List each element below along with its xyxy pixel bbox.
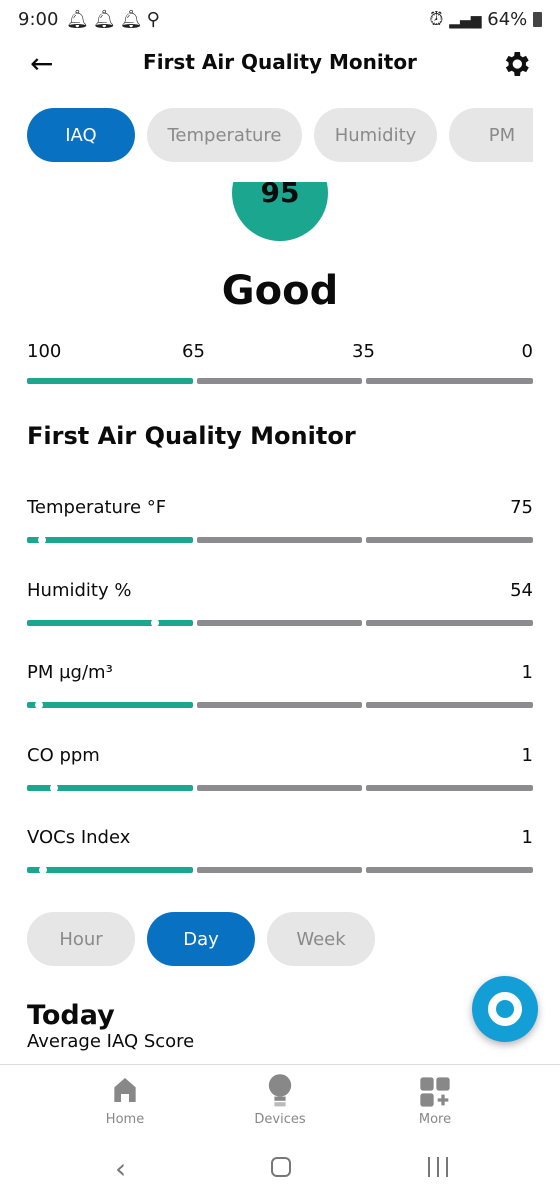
metric-bar — [27, 536, 533, 544]
metric-bar — [27, 701, 533, 709]
tab-bar: IAQ Temperature Humidity PM — [27, 108, 533, 162]
metric-indicator — [50, 783, 59, 792]
metric-indicator — [151, 618, 160, 627]
metric-segment-good — [27, 702, 193, 708]
score-rating: Good — [221, 268, 339, 314]
metric-segment-moderate — [197, 619, 362, 626]
metric-label: PM µg/m³ — [27, 662, 113, 683]
bulb-icon — [268, 1074, 292, 1107]
nav-devices[interactable]: Devices — [240, 1074, 320, 1127]
range-week-button[interactable]: Week — [267, 912, 375, 966]
metric-segment-moderate — [197, 784, 362, 791]
metric-label: Temperature °F — [27, 497, 167, 518]
metric-segment-moderate — [197, 867, 362, 873]
metric-segment-good — [27, 619, 193, 626]
metric-segment-good — [27, 537, 193, 543]
scale-label: 35 — [352, 341, 375, 362]
metric-bar — [27, 783, 533, 792]
nav-home-label: Home — [105, 1112, 145, 1127]
battery-percent: 64% — [487, 9, 528, 30]
system-home-button[interactable] — [271, 1157, 291, 1177]
scale-segment-moderate — [197, 378, 362, 384]
grid-plus-icon — [420, 1077, 450, 1107]
alarm-icon: ⏰︎ — [429, 9, 444, 30]
battery-icon — [533, 12, 542, 27]
range-day-button[interactable]: Day — [147, 912, 255, 966]
summary-title: Today — [27, 1000, 115, 1031]
location-icon: ⚲ — [146, 9, 164, 30]
scale-label: 100 — [27, 341, 62, 362]
wifi-icon: ▂▄▆ — [449, 13, 482, 29]
nav-more-label: More — [418, 1112, 452, 1127]
status-bar: 9:00 🔔︎🔔︎🔔︎⚲ ⏰︎ ▂▄▆ 64% — [0, 0, 560, 42]
metric-segment-poor — [366, 867, 533, 873]
metric-segment-poor — [366, 702, 533, 708]
tab-iaq[interactable]: IAQ — [27, 108, 135, 162]
metric-bar — [27, 866, 533, 874]
metric-value: 1 — [521, 744, 533, 766]
home-icon — [114, 1078, 136, 1102]
metric-segment-moderate — [197, 537, 362, 543]
alexa-button[interactable] — [472, 976, 538, 1042]
summary: Today Average IAQ Score — [27, 1000, 427, 1063]
nav-more[interactable]: More — [395, 1074, 475, 1127]
metric-segment-moderate — [197, 702, 362, 708]
nav-home[interactable]: Home — [85, 1074, 165, 1127]
scale-label: 0 — [521, 341, 533, 362]
metric-segment-poor — [366, 784, 533, 791]
score-circle: 95 — [232, 182, 328, 241]
metric-value: 75 — [510, 497, 533, 518]
metric-label: Humidity % — [27, 579, 132, 601]
scale-segment-good — [27, 378, 193, 384]
alexa-icon — [488, 992, 522, 1026]
system-back-button[interactable]: ‹ — [115, 1152, 126, 1185]
status-time: 9:00 — [18, 9, 59, 30]
score-scale-bar — [27, 378, 533, 384]
scale-label: 65 — [182, 341, 205, 362]
summary-subtitle: Average IAQ Score — [27, 1031, 195, 1052]
gear-icon — [505, 52, 529, 76]
notification-icons: 🔔︎🔔︎🔔︎⚲ — [66, 9, 164, 30]
metric-value: 1 — [521, 662, 533, 683]
scale-segment-poor — [366, 378, 533, 384]
metric-label: VOCs Index — [27, 827, 131, 848]
metric-indicator — [35, 701, 44, 709]
settings-button[interactable] — [500, 48, 532, 84]
metric-value: 1 — [521, 827, 533, 848]
metric-segment-poor — [366, 619, 533, 626]
page-title: First Air Quality Monitor — [143, 50, 417, 74]
metric-value: 54 — [510, 579, 533, 601]
status-right: ⏰︎ ▂▄▆ 64% — [429, 9, 542, 30]
tab-temperature[interactable]: Temperature — [147, 108, 302, 162]
metric-segment-good — [27, 867, 193, 873]
nav-devices-label: Devices — [254, 1112, 306, 1127]
tab-humidity[interactable]: Humidity — [314, 108, 437, 162]
system-recents-button[interactable] — [428, 1157, 448, 1177]
tab-pm[interactable]: PM — [449, 108, 533, 162]
section-title: First Air Quality Monitor — [27, 422, 356, 450]
metric-segment-poor — [366, 537, 533, 543]
divider — [0, 1064, 560, 1065]
metric-bar — [27, 618, 533, 627]
range-hour-button[interactable]: Hour — [27, 912, 135, 966]
metric-label: CO ppm — [27, 744, 100, 766]
score-area: 95 — [0, 182, 560, 244]
